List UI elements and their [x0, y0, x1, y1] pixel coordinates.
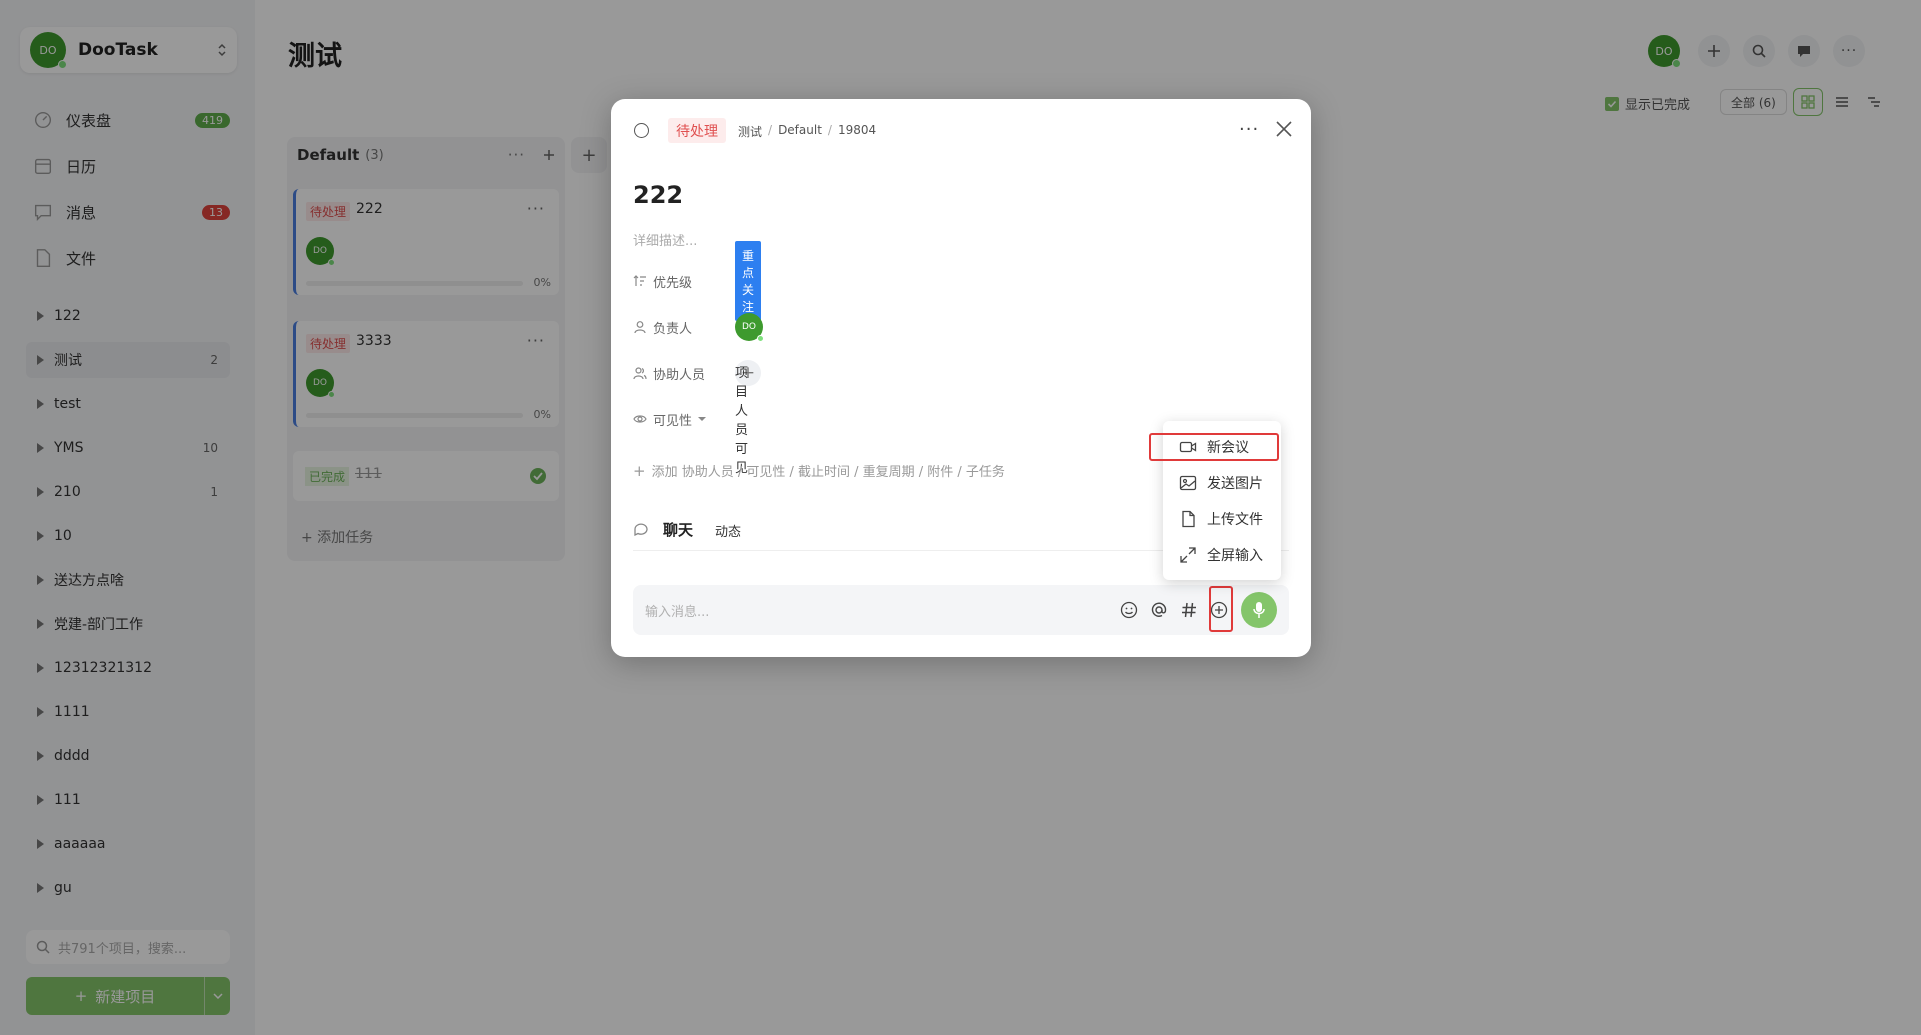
image-icon — [1179, 475, 1197, 491]
mention-icon[interactable] — [1149, 600, 1169, 620]
tab-activity[interactable]: 动态 — [715, 521, 741, 540]
video-icon — [1179, 441, 1197, 453]
emoji-icon[interactable] — [1119, 600, 1139, 620]
chat-bubble-icon — [634, 523, 648, 537]
visibility-label: 可见性 — [653, 413, 693, 429]
add-fields-label: 添加 协助人员 / 可见性 / 截止时间 / 重复周期 / 附件 / 子任务 — [651, 465, 1005, 480]
menu-item-send-image[interactable]: 发送图片 — [1179, 468, 1263, 498]
attach-menu: 新会议 发送图片 上传文件 全屏输入 — [1149, 421, 1281, 580]
plus-icon: + — [633, 461, 646, 480]
caret-down-icon[interactable] — [697, 416, 707, 422]
modal-more-icon[interactable]: ··· — [1239, 119, 1259, 140]
menu-item-label: 新会议 — [1207, 440, 1249, 456]
users-icon — [633, 367, 647, 380]
add-fields-link[interactable]: + 添加 协助人员 / 可见性 / 截止时间 / 重复周期 / 附件 / 子任务 — [633, 461, 1005, 481]
voice-button[interactable] — [1241, 592, 1277, 628]
owner-row: 负责人 DO — [633, 312, 764, 342]
breadcrumb-column[interactable]: Default — [778, 123, 822, 140]
task-title[interactable]: 222 — [633, 181, 683, 209]
priority-tag[interactable]: 重点关注 — [735, 241, 762, 321]
menu-item-fullscreen-input[interactable]: 全屏输入 — [1179, 540, 1263, 570]
task-status-tag[interactable]: 待处理 — [668, 118, 726, 143]
plus-highlight-box — [1209, 586, 1233, 632]
breadcrumb: 测试 / Default / 19804 — [738, 123, 877, 140]
breadcrumb-task-id: 19804 — [837, 123, 877, 137]
visibility-value[interactable]: 项目人员可见 — [735, 362, 748, 476]
breadcrumb-project[interactable]: 测试 — [738, 123, 762, 140]
menu-item-upload-file[interactable]: 上传文件 — [1179, 504, 1263, 534]
menu-item-label: 全屏输入 — [1207, 548, 1263, 564]
expand-icon — [1180, 547, 1196, 563]
helper-row: 协助人员 + — [633, 358, 761, 388]
close-icon[interactable] — [1273, 118, 1295, 140]
priority-row: 优先级 重点关注 — [633, 241, 762, 321]
menu-item-label: 发送图片 — [1207, 476, 1263, 492]
priority-label: 优先级 — [653, 275, 693, 291]
hashtag-icon[interactable] — [1179, 600, 1199, 620]
owner-label: 负责人 — [653, 321, 693, 337]
helper-label: 协助人员 — [653, 367, 706, 383]
microphone-icon — [1253, 602, 1265, 618]
owner-avatar[interactable]: DO — [735, 313, 764, 342]
eye-icon — [633, 415, 647, 423]
tab-chat[interactable]: 聊天 — [663, 519, 693, 540]
complete-checkbox[interactable] — [634, 123, 649, 138]
priority-icon — [633, 275, 646, 286]
chat-input-placeholder: 输入消息... — [645, 604, 710, 620]
menu-item-new-meeting[interactable]: 新会议 — [1179, 432, 1249, 462]
file-icon — [1182, 510, 1195, 528]
visibility-row[interactable]: 可见性 项目人员可见 — [633, 366, 748, 476]
avatar-initials: DO — [741, 322, 756, 332]
chat-input[interactable]: 输入消息... — [633, 585, 1289, 635]
user-icon — [634, 321, 646, 334]
description-input[interactable]: 详细描述... — [633, 230, 697, 249]
menu-item-label: 上传文件 — [1207, 512, 1263, 528]
